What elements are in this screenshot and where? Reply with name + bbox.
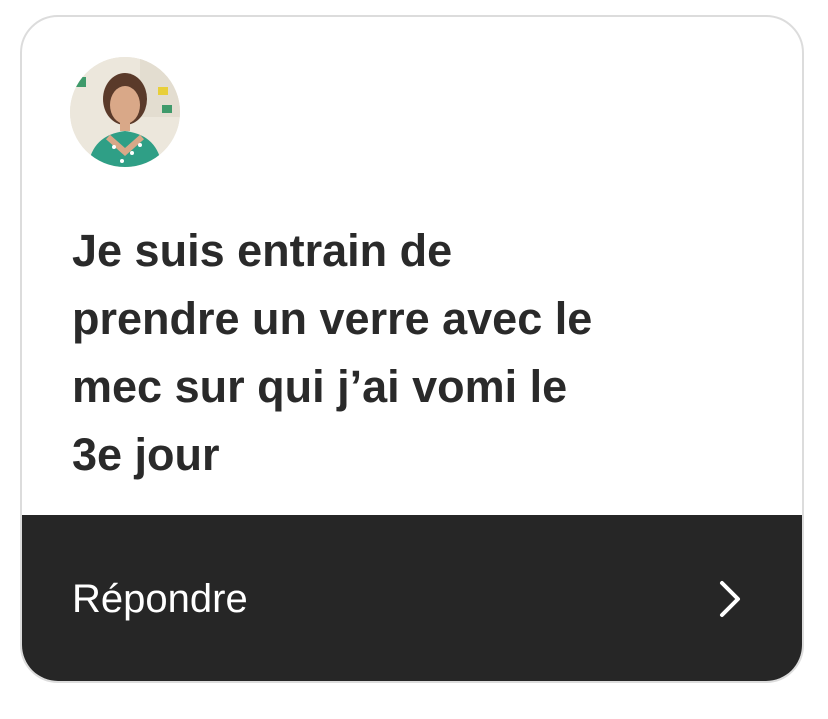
reply-button[interactable]: Répondre (22, 515, 802, 681)
profile-photo (70, 57, 180, 167)
message-text: Je suis entrain de prendre un verre avec… (72, 225, 593, 480)
message-card: Je suis entrain de prendre un verre avec… (20, 15, 804, 683)
chevron-right-icon (720, 581, 740, 617)
avatar[interactable] (70, 57, 180, 167)
reply-label: Répondre (72, 577, 248, 621)
